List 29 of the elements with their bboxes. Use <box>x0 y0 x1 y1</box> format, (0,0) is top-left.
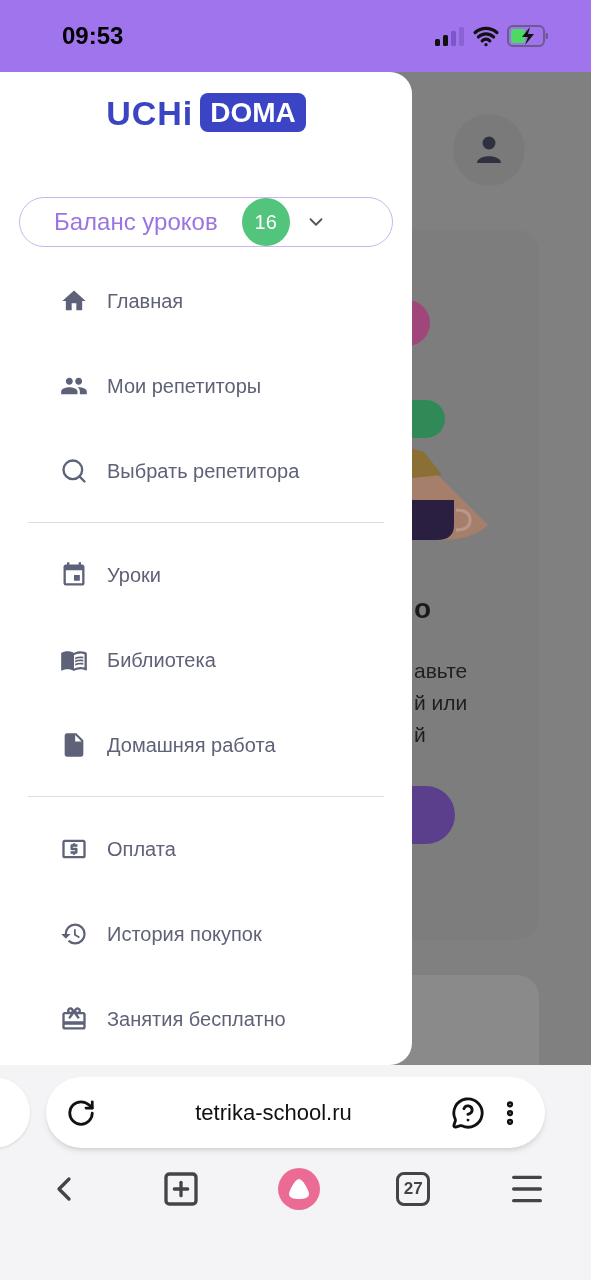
url-text: tetrika-school.ru <box>194 1099 353 1127</box>
assistant-icon[interactable] <box>277 1168 320 1210</box>
balance-label: Баланс уроков <box>54 207 218 237</box>
menu-item[interactable]: Главная <box>0 258 384 343</box>
menu-item[interactable]: Выбрать репетитора <box>0 428 384 513</box>
menu-item[interactable]: Занятия бесплатно <box>0 976 384 1061</box>
card-text: авьте <box>414 658 469 684</box>
gift-icon <box>60 1004 88 1033</box>
card-text: й или <box>414 690 469 716</box>
balance-count: 16 <box>241 198 290 246</box>
logo: UCHi DOMA <box>0 93 412 132</box>
search-icon <box>60 456 88 485</box>
menu-item[interactable]: Домашняя работа <box>0 702 384 787</box>
card-text: й <box>414 722 427 748</box>
address-bar[interactable]: tetrika-school.ru <box>46 1077 545 1148</box>
menu-item[interactable]: Библиотека <box>0 617 384 702</box>
person-icon <box>476 136 502 164</box>
signal-icon <box>435 26 465 46</box>
battery-icon <box>507 25 549 47</box>
status-time: 09:53 <box>62 21 124 51</box>
card-heading: о <box>414 595 433 623</box>
menu-item[interactable]: Уроки <box>0 532 384 617</box>
chat-question-icon[interactable] <box>451 1095 485 1130</box>
reload-icon[interactable] <box>66 1097 96 1128</box>
balance-dropdown[interactable]: Баланс уроков 16 <box>19 197 393 247</box>
menu-item[interactable]: История покупок <box>0 891 384 976</box>
menu-item[interactable]: Оплата <box>0 806 384 891</box>
menu-item[interactable]: Мои репетиторы <box>0 343 384 428</box>
tabs-count-button[interactable]: 27 <box>396 1172 431 1206</box>
